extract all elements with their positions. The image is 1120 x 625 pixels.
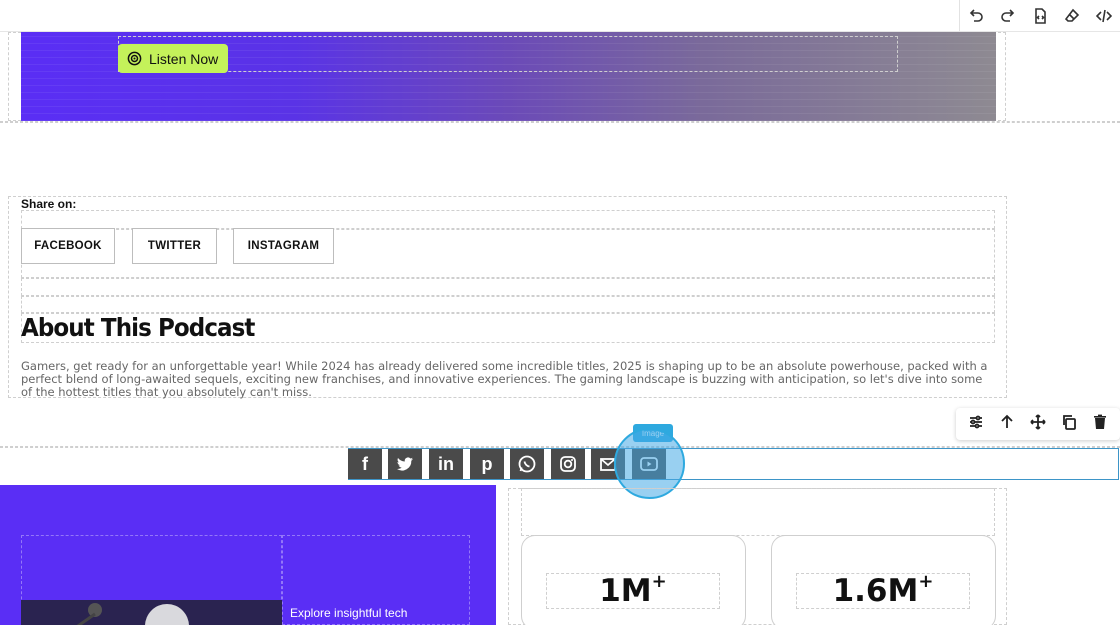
redo-button[interactable] xyxy=(992,0,1024,31)
whatsapp-icon[interactable] xyxy=(510,449,544,479)
code-view-button[interactable] xyxy=(1088,0,1120,31)
section-outline xyxy=(21,296,995,313)
undo-icon xyxy=(969,8,983,22)
instagram-icon[interactable] xyxy=(551,449,585,479)
whatsapp-glyph xyxy=(518,455,536,473)
microphone-image-glyph xyxy=(76,603,189,625)
stat-number-daily-listeners: 1M + xyxy=(546,571,720,609)
settings-icon xyxy=(969,415,982,428)
select-parent-button[interactable] xyxy=(999,414,1015,435)
undo-button[interactable] xyxy=(960,0,992,31)
code-icon xyxy=(1096,9,1112,22)
element-settings-button[interactable] xyxy=(968,414,984,435)
copy-icon xyxy=(1063,414,1077,430)
eraser-icon xyxy=(1064,8,1080,22)
twitter-bird-glyph xyxy=(397,457,413,471)
stats-outline xyxy=(521,488,995,536)
pinterest-icon[interactable]: p xyxy=(470,449,504,479)
editor-toolbar xyxy=(0,0,1120,32)
explore-text: Explore insightful tech xyxy=(290,606,408,620)
share-facebook-button[interactable]: FACEBOOK xyxy=(21,228,115,264)
selected-social-icons-row[interactable] xyxy=(348,448,1119,480)
delete-button[interactable] xyxy=(1092,414,1108,435)
import-button[interactable] xyxy=(1024,0,1056,31)
clear-button[interactable] xyxy=(1056,0,1088,31)
import-icon xyxy=(1035,7,1046,24)
section-outline xyxy=(0,121,1120,123)
about-title: About This Podcast xyxy=(21,313,255,342)
share-twitter-button[interactable]: TWITTER xyxy=(132,228,217,264)
listen-now-label: Listen Now xyxy=(149,50,219,67)
duplicate-button[interactable] xyxy=(1061,414,1077,435)
share-instagram-button[interactable]: INSTAGRAM xyxy=(233,228,334,264)
hero-content-outline xyxy=(118,36,898,72)
twitter-icon[interactable] xyxy=(388,449,422,479)
element-toolbar xyxy=(956,408,1120,440)
editor-toolbar-actions xyxy=(959,0,1120,31)
move-icon xyxy=(1030,413,1046,430)
share-label: Share on: xyxy=(21,197,77,211)
arrow-up-icon xyxy=(1001,414,1013,428)
listen-now-button[interactable]: Listen Now xyxy=(118,44,228,73)
redo-icon xyxy=(1001,8,1015,22)
about-text: Gamers, get ready for an unforgettable y… xyxy=(21,359,988,400)
instagram-glyph xyxy=(560,456,576,472)
facebook-icon[interactable]: f xyxy=(348,449,382,479)
section-outline xyxy=(21,278,995,296)
linkedin-icon[interactable]: in xyxy=(429,449,463,479)
podcast-image xyxy=(21,600,282,625)
section-outline xyxy=(21,210,995,229)
trash-icon xyxy=(1094,414,1107,429)
stat-number-subscribers: 1.6M + xyxy=(796,571,970,609)
podcast-icon xyxy=(127,51,142,66)
move-button[interactable] xyxy=(1030,413,1046,435)
